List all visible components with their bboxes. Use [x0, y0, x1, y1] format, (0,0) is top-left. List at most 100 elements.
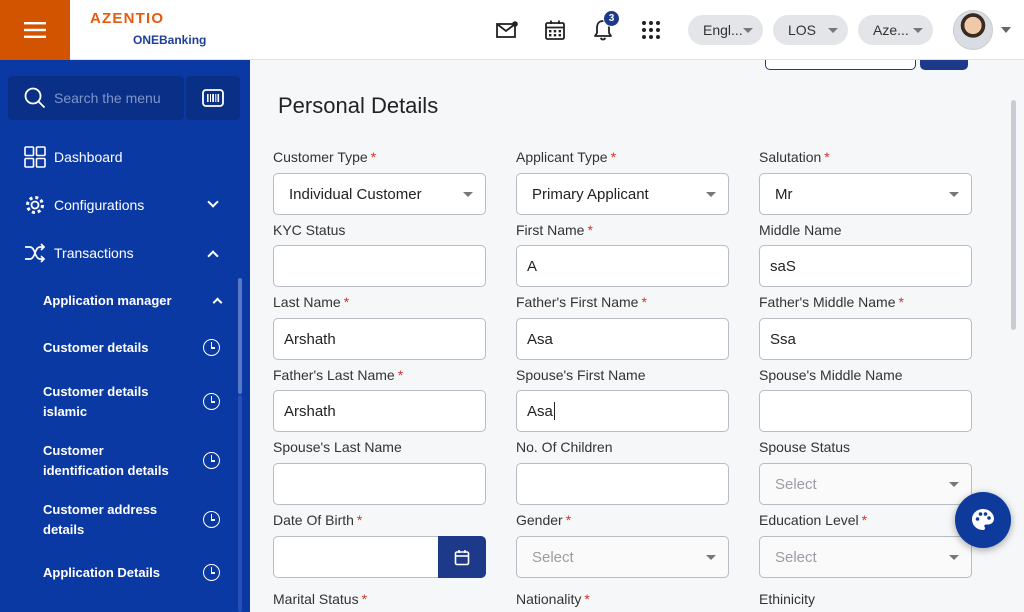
- sidebar-subitem-customer-address-details[interactable]: Customer address details: [43, 500, 163, 540]
- sidebar-item-label: Transactions: [54, 245, 134, 261]
- last-name-input[interactable]: Arshath: [273, 318, 486, 360]
- apps-grid-icon: [642, 21, 660, 39]
- applicant-type-select[interactable]: Primary Applicant: [516, 173, 729, 215]
- date-picker-button[interactable]: [438, 536, 486, 578]
- main-content: Personal Details Customer Type * Individu…: [250, 60, 1024, 612]
- sidebar-item-dashboard[interactable]: Dashboard: [24, 145, 123, 169]
- sidebar-subitem-application-details[interactable]: Application Details: [43, 563, 193, 583]
- clock-icon: [203, 339, 220, 356]
- spouse-status-label: Spouse Status: [759, 439, 851, 455]
- chevron-down-icon: [706, 192, 716, 197]
- sidebar-item-label: Configurations: [54, 197, 145, 213]
- education-level-select[interactable]: Select: [759, 536, 972, 578]
- education-level-label: Education Level *: [759, 512, 868, 528]
- marital-status-label: Marital Status *: [273, 591, 368, 607]
- calendar-icon: [454, 549, 470, 565]
- spouse-first-name-label: Spouse's First Name: [516, 367, 646, 383]
- mail-icon: [496, 21, 518, 38]
- page-title: Personal Details: [278, 93, 439, 118]
- calendar-icon: [545, 20, 565, 40]
- spouse-middle-name-label: Spouse's Middle Name: [759, 367, 903, 383]
- primary-action-button[interactable]: [920, 60, 968, 70]
- spouse-middle-name-input[interactable]: [759, 390, 972, 432]
- calendar-button[interactable]: [543, 18, 567, 42]
- clock-icon: [203, 564, 220, 581]
- apps-button[interactable]: [639, 18, 663, 42]
- user-avatar[interactable]: [953, 10, 993, 50]
- chevron-down-icon[interactable]: [207, 196, 219, 208]
- menu-search-box: [8, 76, 184, 120]
- sidebar-subitem-customer-identification-details[interactable]: Customer identification details: [43, 441, 173, 481]
- spouse-status-select[interactable]: Select: [759, 463, 972, 505]
- middle-name-input[interactable]: saS: [759, 245, 972, 287]
- product-name: ONEBanking: [133, 33, 207, 47]
- father-middle-name-input[interactable]: Ssa: [759, 318, 972, 360]
- kyc-status-input[interactable]: [273, 245, 486, 287]
- customer-type-label: Customer Type *: [273, 149, 377, 165]
- no-of-children-label: No. Of Children: [516, 439, 613, 455]
- applicant-type-label: Applicant Type *: [516, 149, 617, 165]
- father-last-name-input[interactable]: Arshath: [273, 390, 486, 432]
- language-selector[interactable]: Engl...: [688, 15, 763, 45]
- chevron-down-icon: [828, 28, 838, 33]
- chevron-down-icon: [706, 555, 716, 560]
- spouse-first-name-input[interactable]: Asa: [516, 390, 729, 432]
- kyc-status-label: KYC Status: [273, 222, 346, 238]
- father-first-name-input[interactable]: Asa: [516, 318, 729, 360]
- date-of-birth-label: Date Of Birth *: [273, 512, 363, 528]
- salutation-select[interactable]: Mr: [759, 173, 972, 215]
- ethnicity-label: Ethinicity: [759, 591, 816, 607]
- app-logo: AZENTIO ONEBanking: [90, 10, 206, 47]
- father-last-name-label: Father's Last Name *: [273, 367, 404, 383]
- gender-select[interactable]: Select: [516, 536, 729, 578]
- entity-selector-label: Aze...: [873, 22, 909, 38]
- spouse-last-name-input[interactable]: [273, 463, 486, 505]
- chevron-down-icon: [949, 192, 959, 197]
- last-name-label: Last Name *: [273, 294, 350, 310]
- menu-search-input[interactable]: [54, 90, 174, 106]
- nationality-label: Nationality *: [516, 591, 590, 607]
- menu-toggle-button[interactable]: [0, 0, 70, 60]
- spouse-last-name-label: Spouse's Last Name: [273, 439, 402, 455]
- barcode-icon: [202, 89, 224, 107]
- middle-name-label: Middle Name: [759, 222, 842, 238]
- sidebar-item-configurations[interactable]: Configurations: [24, 193, 144, 217]
- mail-button[interactable]: [495, 18, 519, 42]
- sidebar-subitem-application-manager[interactable]: Application manager: [43, 291, 193, 311]
- module-selector[interactable]: LOS: [773, 15, 848, 45]
- gender-label: Gender *: [516, 512, 572, 528]
- brand-name: AZENTIO: [90, 10, 165, 27]
- sidebar-subitem-customer-details[interactable]: Customer details: [43, 338, 193, 358]
- dashboard-icon: [24, 146, 46, 168]
- sidebar-subitem-customer-details-islamic[interactable]: Customer details islamic: [43, 382, 163, 422]
- shuffle-icon: [25, 243, 46, 263]
- palette-icon: [972, 509, 994, 530]
- top-bar: AZENTIO ONEBanking 3 Engl... LOS Aze...: [0, 0, 1024, 60]
- chevron-down-icon: [743, 28, 753, 33]
- customer-type-select[interactable]: Individual Customer: [273, 173, 486, 215]
- entity-selector[interactable]: Aze...: [858, 15, 933, 45]
- sidebar: Dashboard Configurations Transactions Ap…: [0, 60, 250, 612]
- sidebar-scrollbar-thumb[interactable]: [238, 278, 242, 394]
- theme-palette-button[interactable]: [955, 492, 1011, 548]
- first-name-label: First Name *: [516, 222, 593, 238]
- salutation-label: Salutation *: [759, 149, 830, 165]
- clock-icon: [203, 511, 220, 528]
- father-first-name-label: Father's First Name *: [516, 294, 647, 310]
- menu-icon: [24, 22, 46, 38]
- chevron-up-icon[interactable]: [207, 250, 219, 262]
- barcode-scan-button[interactable]: [186, 76, 240, 120]
- no-of-children-input[interactable]: [516, 463, 729, 505]
- first-name-input[interactable]: A: [516, 245, 729, 287]
- clock-icon: [203, 393, 220, 410]
- date-of-birth-input[interactable]: [273, 536, 439, 578]
- sidebar-item-transactions[interactable]: Transactions: [24, 241, 134, 265]
- sidebar-scrollbar-track: [238, 395, 242, 612]
- main-scrollbar-thumb[interactable]: [1011, 100, 1016, 330]
- chevron-up-icon[interactable]: [212, 297, 223, 308]
- notification-count-badge: 3: [603, 10, 620, 27]
- profile-menu-chevron-icon[interactable]: [1001, 27, 1011, 33]
- secondary-action-button[interactable]: [765, 60, 916, 70]
- gear-icon: [26, 196, 44, 214]
- father-middle-name-label: Father's Middle Name *: [759, 294, 904, 310]
